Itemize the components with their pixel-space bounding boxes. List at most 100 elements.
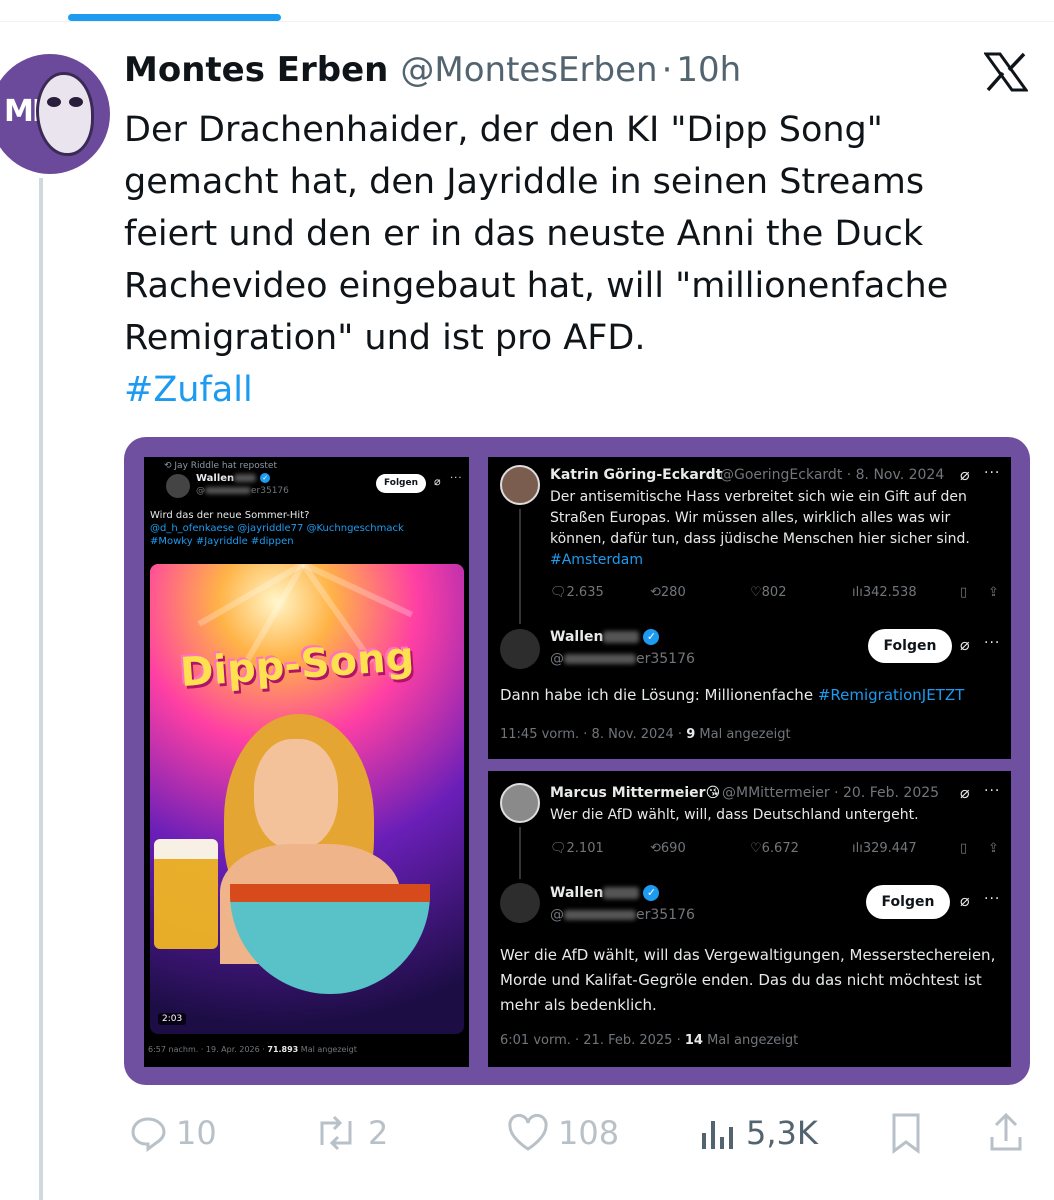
wallen-name: Wallen ✓ [550,885,660,901]
thread-connector [519,509,521,624]
grok-icon: ⌀ [960,891,970,910]
marcus-meta: @MMittermeier · 20. Feb. 2025 [722,785,940,801]
katrin-hashtag: #Amsterdam [550,552,643,568]
wallen-handle: @ er35176 [550,907,695,923]
reply-count-value: 2.101 [566,841,604,856]
wallen-name-text: Wallen [196,473,235,484]
repost-button[interactable]: 2 [312,1108,388,1158]
handle-redaction [564,654,636,664]
katrin-avatar [500,465,540,505]
reply-count: 🗨 2.101 [550,841,604,856]
left-footer-views: 71.893 [267,1045,299,1054]
katrin-text-body: Der antisemitische Hass verbreitet sich … [550,489,970,547]
light-ray [197,564,305,627]
left-tweet-text: Wird das der neue Sommer-Hit? @d_h_ofenk… [150,509,460,548]
repost-count-value: 280 [660,585,686,600]
wallen-name: Wallen ✓ [550,629,660,645]
more-icon: ··· [984,891,1001,907]
tweet-text: Der Drachenhaider, der den KI "Dipp Song… [124,110,949,358]
wallen-handle: @ er35176 [196,486,289,496]
left-tweet-mentions: @d_h_ofenkaese @jayriddle77 @Kuchngeschm… [150,523,404,534]
like-count-value: 6.672 [761,841,799,856]
katrin-text: Der antisemitische Hass verbreitet sich … [550,487,1000,571]
wallen-handle: @ er35176 [550,651,695,667]
dip-bowl-art [230,884,430,994]
follow-button: Folgen [868,629,952,663]
view-count-value: 329.447 [862,841,917,856]
repost-note-text: Jay Riddle hat repostet [174,461,277,471]
repost-count-value: 690 [660,841,686,856]
views-icon [702,1121,733,1149]
wallen-avatar [166,474,190,498]
repost-count: ⟲ 690 [650,841,686,856]
reply-button[interactable]: 10 [128,1108,217,1158]
left-footer-time: 6:57 nachm. · 19. Apr. 2026 · [148,1045,265,1054]
handle-redaction [205,487,251,494]
footer-views: 9 [686,727,696,742]
footer-time: 6:01 vorm. · 21. Feb. 2025 · [500,1033,681,1048]
wallen-reply-text: Wer die AfD wählt, will das Vergewaltigu… [500,946,996,1014]
reply-icon [131,1117,166,1152]
header-separator: · [661,50,673,90]
author-name[interactable]: Montes Erben [124,50,388,90]
bookmark-icon: ▯ [960,841,968,856]
name-redaction [603,887,640,899]
left-footer-label: Mal angezeigt [300,1045,357,1054]
wallen-handle-suffix: er35176 [636,651,695,667]
thread-line [39,178,43,1200]
bookmark-icon: ▯ [960,585,968,600]
left-tweet-tags: #Mowky #Jayriddle #dippen [150,536,294,547]
name-redaction [234,474,257,482]
beer-mug-art [154,839,218,949]
views-button[interactable]: 5,3K [698,1108,818,1158]
video-title-art: Dipp-Song [178,633,416,697]
wallen-reply-footer: 11:45 vorm. · 8. Nov. 2024 · 9 Mal angez… [500,727,791,742]
katrin-meta: @GoeringEckardt · 8. Nov. 2024 [720,467,945,483]
wallen-reply-footer: 6:01 vorm. · 21. Feb. 2025 · 14 Mal ange… [500,1033,798,1048]
wallen-avatar [500,629,540,669]
like-count: 108 [558,1114,620,1152]
video-duration: 2:03 [158,1013,187,1025]
katrin-name: Katrin Göring-Eckardt [550,467,723,483]
marcus-text: Wer die AfD wählt, will, dass Deutschlan… [550,807,919,823]
marcus-name-text: Marcus Mittermeier [550,785,706,801]
x-logo-icon[interactable] [984,52,1028,92]
share-icon [990,1112,1022,1151]
thread-connector [519,827,521,879]
repost-count: 2 [368,1114,389,1152]
like-count: ♡ 6.672 [750,841,799,856]
footer-time: 11:45 vorm. · 8. Nov. 2024 · [500,727,683,742]
screenshot-top-right: Katrin Göring-Eckardt @GoeringEckardt · … [488,457,1011,759]
like-button[interactable]: 108 [506,1108,619,1158]
bookmark-button[interactable] [886,1108,934,1158]
verified-icon: ✓ [260,473,271,483]
share-button[interactable] [986,1108,1034,1158]
marcus-name: Marcus Mittermeier😘 [550,785,720,801]
screenshot-bottom-right: Marcus Mittermeier😘 @MMittermeier · 20. … [488,771,1011,1067]
author-handle[interactable]: @MontesErben [400,50,657,90]
more-icon: ··· [984,783,1001,799]
wallen-name-text: Wallen [550,629,604,645]
tweet-actions: 10 2 108 5,3K [124,1108,1034,1158]
media-image[interactable]: ⟲ Jay Riddle hat repostet Wallen ✓ @ er351… [124,437,1030,1085]
tweet-hashtag[interactable]: #Zufall [124,364,253,416]
author-avatar[interactable]: ME [0,54,110,174]
verified-icon: ✓ [643,885,660,901]
more-icon: ··· [450,473,463,484]
active-tab-indicator[interactable] [68,14,281,21]
handle-redaction [564,910,636,920]
left-tweet-footer: 6:57 nachm. · 19. Apr. 2026 · 71.893 Mal… [148,1045,357,1054]
wallen-avatar [500,883,540,923]
marcus-stats: 🗨 2.101 ⟲ 690 ♡ 6.672 ılı 329.447 ▯ ⇪ [550,841,1010,861]
footer-label: Mal angezeigt [699,727,791,742]
woman-face-art [254,739,338,849]
view-count: ılı 329.447 [852,841,917,856]
share-icon: ⇪ [988,585,999,600]
wallen-reply-text: Dann habe ich die Lösung: Millionenfache… [500,685,1005,706]
bookmark-icon [892,1113,920,1154]
marcus-emoji: 😘 [705,785,721,801]
video-thumbnail: Dipp-Song 2:03 [150,564,464,1034]
tweet-time[interactable]: 10h [676,50,741,90]
views-count: 5,3K [746,1114,818,1152]
like-count: ♡ 802 [750,585,787,600]
